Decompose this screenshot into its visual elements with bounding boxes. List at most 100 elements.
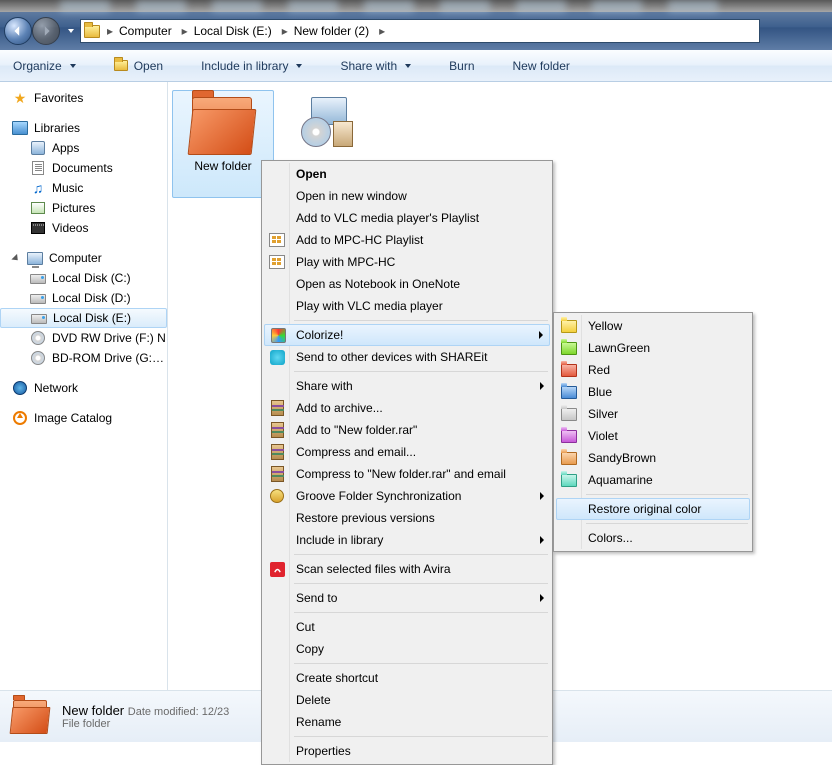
folder-color-icon <box>560 471 578 489</box>
details-date-value: 12/23 <box>202 706 230 718</box>
menu-item[interactable]: Copy <box>264 638 550 660</box>
menu-item[interactable]: Colorize! <box>264 324 550 346</box>
sidebar-dvd-drive[interactable]: DVD RW Drive (F:) N <box>0 328 167 348</box>
disk-icon <box>30 270 46 286</box>
sidebar-favorites[interactable]: ★Favorites <box>0 88 167 108</box>
color-label: Violet <box>588 429 618 443</box>
file-new-folder[interactable]: New folder <box>172 90 274 198</box>
share-with-button[interactable]: Share with <box>331 55 420 77</box>
sidebar-image-catalog[interactable]: Image Catalog <box>0 408 167 428</box>
organize-button[interactable]: Organize <box>4 55 85 77</box>
submenu-arrow-icon <box>540 382 544 390</box>
menu-label: Colors... <box>588 531 633 545</box>
menu-item[interactable]: Add to VLC media player's Playlist <box>264 207 550 229</box>
forward-button <box>32 17 60 45</box>
menu-label: Groove Folder Synchronization <box>296 489 461 503</box>
rar-icon <box>268 443 286 461</box>
color-item[interactable]: Blue <box>556 381 750 403</box>
crumb-root-sep[interactable]: ▸ <box>103 20 117 42</box>
restore-original-color[interactable]: Restore original color <box>556 498 750 520</box>
menu-item[interactable]: Open <box>264 163 550 185</box>
menu-item[interactable]: Add to "New folder.rar" <box>264 419 550 441</box>
folder-color-icon <box>560 383 578 401</box>
sidebar-lib-apps[interactable]: Apps <box>0 138 167 158</box>
menu-item[interactable]: Cut <box>264 616 550 638</box>
sidebar-libraries[interactable]: Libraries <box>0 118 167 138</box>
menu-item[interactable]: Restore previous versions <box>264 507 550 529</box>
color-item[interactable]: Yellow <box>556 315 750 337</box>
menu-item[interactable]: Rename <box>264 711 550 733</box>
sidebar-lib-music[interactable]: ♫Music <box>0 178 167 198</box>
colors-more[interactable]: Colors... <box>556 527 750 549</box>
sidebar-lib-documents[interactable]: Documents <box>0 158 167 178</box>
menu-item[interactable]: Open as Notebook in OneNote <box>264 273 550 295</box>
color-item[interactable]: Silver <box>556 403 750 425</box>
menu-label: Add to archive... <box>296 401 383 415</box>
menu-label: Open <box>296 167 327 181</box>
crumb-sep[interactable]: ▸ <box>178 20 192 42</box>
sidebar-lib-videos[interactable]: Videos <box>0 218 167 238</box>
crumb-sep[interactable]: ▸ <box>278 20 292 42</box>
color-item[interactable]: Red <box>556 359 750 381</box>
burn-button[interactable]: Burn <box>440 55 483 77</box>
back-button[interactable] <box>4 17 32 45</box>
color-label: SandyBrown <box>588 451 656 465</box>
menu-label: Include in library <box>296 533 383 547</box>
include-library-button[interactable]: Include in library <box>192 55 311 77</box>
groove-icon <box>268 487 286 505</box>
sidebar-drive-c[interactable]: Local Disk (C:) <box>0 268 167 288</box>
color-item[interactable]: LawnGreen <box>556 337 750 359</box>
sidebar-bdrom-drive[interactable]: BD-ROM Drive (G:) D <box>0 348 167 368</box>
menu-item[interactable]: Send to other devices with SHAREit <box>264 346 550 368</box>
crumb-sep[interactable]: ▸ <box>375 20 389 42</box>
breadcrumb-box[interactable]: ▸ Computer ▸ Local Disk (E:) ▸ New folde… <box>80 19 760 43</box>
libraries-icon <box>12 120 28 136</box>
menu-item[interactable]: Include in library <box>264 529 550 551</box>
menu-item[interactable]: Open in new window <box>264 185 550 207</box>
menu-item[interactable]: Share with <box>264 375 550 397</box>
sidebar-network[interactable]: Network <box>0 378 167 398</box>
sidebar-drive-e[interactable]: Local Disk (E:) <box>0 308 167 328</box>
mpc-icon <box>268 253 286 271</box>
menu-label: Send to <box>296 591 337 605</box>
computer-icon <box>27 250 43 266</box>
color-label: Aquamarine <box>588 473 653 487</box>
menu-item[interactable]: Properties <box>264 740 550 762</box>
sidebar-drive-d[interactable]: Local Disk (D:) <box>0 288 167 308</box>
details-name: New folder <box>62 703 124 718</box>
new-folder-button[interactable]: New folder <box>504 55 579 77</box>
color-item[interactable]: Aquamarine <box>556 469 750 491</box>
menu-item[interactable]: Add to archive... <box>264 397 550 419</box>
color-item[interactable]: Violet <box>556 425 750 447</box>
history-dropdown[interactable] <box>64 29 76 33</box>
color-item[interactable]: SandyBrown <box>556 447 750 469</box>
folder-color-icon <box>560 427 578 445</box>
crumb-computer[interactable]: Computer <box>117 20 178 42</box>
menu-item[interactable]: Compress and email... <box>264 441 550 463</box>
details-date-label: Date modified: <box>128 706 199 718</box>
menu-item[interactable]: Scan selected files with Avira <box>264 558 550 580</box>
details-thumb <box>10 698 52 736</box>
menu-item[interactable]: Send to <box>264 587 550 609</box>
image-catalog-icon <box>12 410 28 426</box>
menu-item[interactable]: Groove Folder Synchronization <box>264 485 550 507</box>
color-label: Red <box>588 363 610 377</box>
crumb-folder[interactable]: New folder (2) <box>292 20 375 42</box>
installer-icon <box>299 95 355 151</box>
menu-item[interactable]: Play with VLC media player <box>264 295 550 317</box>
folder-icon <box>188 95 258 157</box>
menu-label: Open as Notebook in OneNote <box>296 277 460 291</box>
menu-label: Restore original color <box>588 502 701 516</box>
sidebar-computer[interactable]: Computer <box>0 248 167 268</box>
menu-item[interactable]: Compress to "New folder.rar" and email <box>264 463 550 485</box>
menu-item[interactable]: Create shortcut <box>264 667 550 689</box>
menu-item[interactable]: Delete <box>264 689 550 711</box>
apps-icon <box>30 140 46 156</box>
crumb-drive[interactable]: Local Disk (E:) <box>192 20 278 42</box>
menu-item[interactable]: Play with MPC-HC <box>264 251 550 273</box>
mpc-icon <box>268 231 286 249</box>
sidebar-lib-pictures[interactable]: Pictures <box>0 198 167 218</box>
menu-item[interactable]: Add to MPC-HC Playlist <box>264 229 550 251</box>
menu-label: Restore previous versions <box>296 511 435 525</box>
open-button[interactable]: Open <box>105 55 172 77</box>
